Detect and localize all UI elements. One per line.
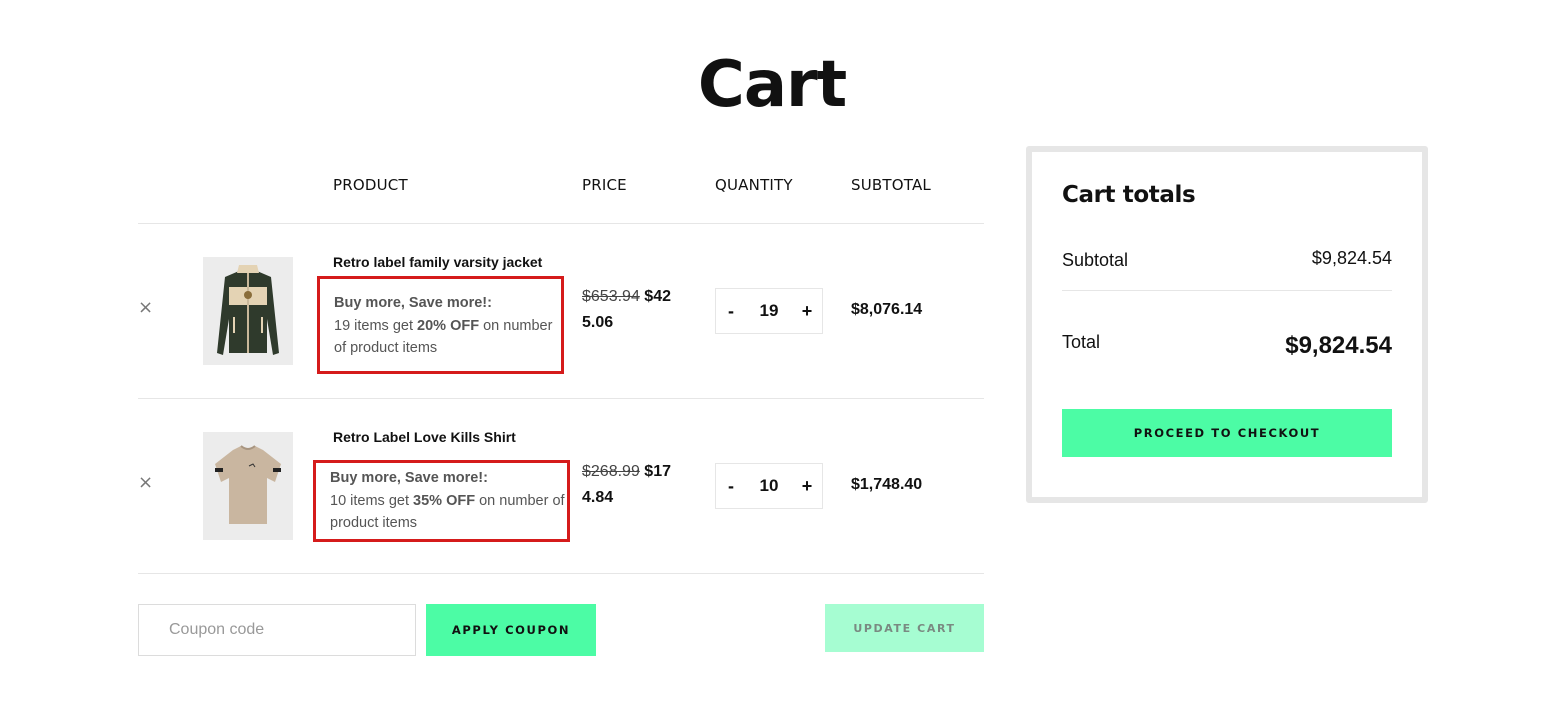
promo-text: 10 items get 35% OFF on number of produc…: [330, 492, 565, 532]
jacket-image[interactable]: [203, 257, 293, 365]
promo-discount: 35% OFF: [413, 492, 476, 509]
total-label: Total: [1062, 332, 1101, 352]
promo-box: Buy more, Save more!: 10 items get 35% O…: [313, 460, 570, 542]
promo-discount: 20% OFF: [417, 317, 480, 334]
cart-totals-panel: Cart totals Subtotal $9,824.54 Total $9,…: [1026, 146, 1428, 503]
qty-value[interactable]: 10: [760, 476, 779, 496]
qty-increase-button[interactable]: +: [792, 476, 822, 497]
page-title: Cart: [697, 48, 847, 122]
table-row: × Retro Label Love Kills Shirt Buy more,…: [138, 399, 984, 574]
table-row: × Retro label family varsity jacket Buy …: [138, 224, 984, 399]
product-name[interactable]: Retro Label Love Kills Shirt: [333, 429, 516, 445]
old-price: $268.99: [582, 463, 640, 480]
qty-increase-button[interactable]: +: [792, 301, 822, 322]
totals-subtotal-row: Subtotal $9,824.54: [1062, 248, 1392, 274]
qty-decrease-button[interactable]: -: [716, 476, 746, 497]
product-name[interactable]: Retro label family varsity jacket: [333, 254, 542, 270]
price: $653.94 $42 5.06: [582, 284, 692, 336]
total-value: $9,824.54: [1285, 332, 1392, 359]
row-subtotal: $8,076.14: [851, 301, 923, 318]
quantity-stepper[interactable]: - 10 +: [715, 463, 823, 509]
divider: [1062, 290, 1392, 291]
proceed-to-checkout-button[interactable]: PROCEED TO CHECKOUT: [1062, 409, 1392, 457]
cart-table: PRODUCT PRICE QUANTITY SUBTOTAL × Retro …: [138, 160, 984, 674]
cart-actions: APPLY COUPON UPDATE CART: [138, 574, 984, 674]
remove-item-icon[interactable]: ×: [138, 299, 153, 317]
row-subtotal: $1,748.40: [851, 476, 923, 493]
promo-title: Buy more, Save more!:: [330, 470, 488, 486]
header-subtotal: SUBTOTAL: [851, 176, 931, 194]
promo-title: Buy more, Save more!:: [334, 295, 492, 311]
totals-total-row: Total $9,824.54: [1062, 332, 1392, 362]
price: $268.99 $17 4.84: [582, 459, 692, 511]
cart-totals-title: Cart totals: [1062, 182, 1196, 208]
update-cart-button[interactable]: UPDATE CART: [825, 604, 984, 652]
coupon-input[interactable]: [138, 604, 416, 656]
apply-coupon-button[interactable]: APPLY COUPON: [426, 604, 596, 656]
remove-item-icon[interactable]: ×: [138, 474, 153, 492]
subtotal-label: Subtotal: [1062, 250, 1129, 270]
quantity-stepper[interactable]: - 19 +: [715, 288, 823, 334]
table-header: PRODUCT PRICE QUANTITY SUBTOTAL: [138, 160, 984, 224]
promo-box: Buy more, Save more!: 19 items get 20% O…: [317, 276, 564, 374]
header-quantity: QUANTITY: [715, 176, 793, 194]
subtotal-value: $9,824.54: [1311, 248, 1392, 268]
promo-text: 19 items get 20% OFF on number of produc…: [334, 317, 553, 357]
qty-value[interactable]: 19: [760, 301, 779, 321]
header-product: PRODUCT: [333, 176, 408, 194]
qty-decrease-button[interactable]: -: [716, 301, 746, 322]
old-price: $653.94: [582, 288, 640, 305]
header-price: PRICE: [582, 176, 627, 194]
shirt-image[interactable]: [203, 432, 293, 540]
